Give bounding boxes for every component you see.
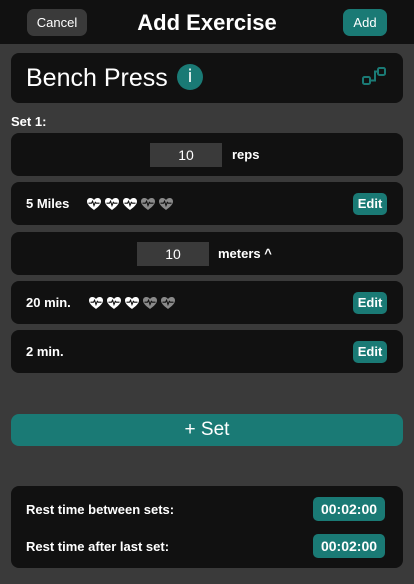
- heart-filled-icon[interactable]: [88, 295, 104, 311]
- edit-button[interactable]: Edit: [353, 193, 387, 215]
- heart-empty-icon[interactable]: [142, 295, 158, 311]
- activity-text: 5 Miles: [26, 196, 70, 211]
- top-bar: Cancel Add Exercise Add: [0, 0, 414, 44]
- reps-unit: reps: [232, 147, 260, 162]
- rest-between-time[interactable]: 00:02:00: [313, 497, 385, 521]
- exercise-name[interactable]: Bench Press: [26, 63, 168, 93]
- rest-after-label: Rest time after last set:: [26, 539, 170, 554]
- edit-button[interactable]: Edit: [353, 341, 387, 363]
- set-row-reps: 10 reps: [11, 133, 403, 176]
- heart-empty-icon[interactable]: [160, 295, 176, 311]
- heart-filled-icon[interactable]: [86, 196, 102, 212]
- heart-empty-icon[interactable]: [158, 196, 174, 212]
- heart-filled-icon[interactable]: [124, 295, 140, 311]
- set-row-minutes: 20 min. Edit: [11, 281, 403, 324]
- heart-empty-icon[interactable]: [140, 196, 156, 212]
- reps-input[interactable]: 10: [150, 143, 222, 167]
- edit-button[interactable]: Edit: [353, 292, 387, 314]
- meters-input[interactable]: 10: [137, 242, 209, 266]
- exercise-card: Bench Press: [11, 53, 403, 103]
- rest-between-label: Rest time between sets:: [26, 502, 175, 517]
- heart-filled-icon[interactable]: [104, 196, 120, 212]
- add-set-button[interactable]: + Set: [11, 414, 403, 446]
- info-icon[interactable]: i: [177, 64, 203, 90]
- heart-filled-icon[interactable]: [106, 295, 122, 311]
- rest-time-card: Rest time between sets: 00:02:00 Rest ti…: [11, 486, 403, 568]
- intensity-rating[interactable]: [86, 196, 174, 212]
- activity-text: 2 min.: [26, 344, 64, 359]
- activity-text: 20 min.: [26, 295, 71, 310]
- set-label: Set 1:: [11, 114, 47, 129]
- set-row-rest: 2 min. Edit: [11, 330, 403, 373]
- reorder-icon[interactable]: [361, 65, 387, 89]
- add-button[interactable]: Add: [343, 9, 387, 36]
- meters-unit[interactable]: meters ^: [218, 246, 272, 261]
- intensity-rating[interactable]: [88, 295, 176, 311]
- rest-after-time[interactable]: 00:02:00: [313, 534, 385, 558]
- set-row-miles: 5 Miles Edit: [11, 182, 403, 225]
- heart-filled-icon[interactable]: [122, 196, 138, 212]
- set-row-meters: 10 meters ^: [11, 232, 403, 275]
